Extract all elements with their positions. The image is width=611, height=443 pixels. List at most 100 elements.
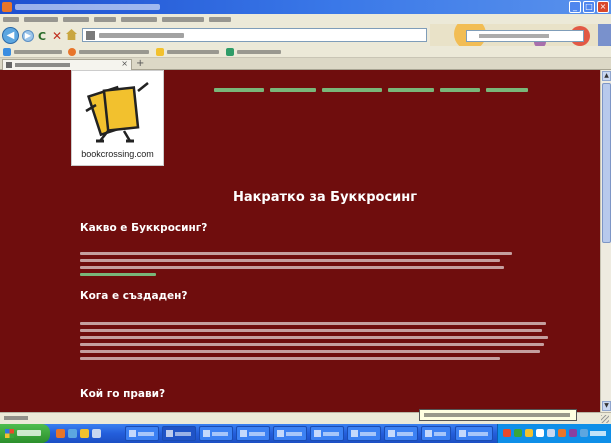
chevron-up-icon[interactable]: ▲	[602, 71, 611, 81]
forward-button[interactable]: ▶	[22, 30, 34, 42]
search-field[interactable]	[466, 30, 584, 42]
tray-icon[interactable]	[569, 429, 577, 437]
tray-icon[interactable]	[514, 429, 522, 437]
quicklaunch-ie-icon[interactable]	[68, 429, 77, 438]
bookmark-label	[237, 50, 281, 54]
window-titlebar[interactable]: _ □ ×	[0, 0, 611, 14]
address-bar-url	[99, 33, 184, 38]
bookmark-item[interactable]	[226, 48, 282, 56]
firefox-app-icon	[2, 2, 12, 12]
menu-item[interactable]	[63, 17, 89, 22]
quicklaunch-desktop-icon[interactable]	[92, 429, 101, 438]
taskbar-window-button[interactable]	[236, 426, 270, 441]
stop-button[interactable]: ✕	[52, 29, 62, 43]
tab-label	[15, 63, 70, 67]
task-label	[434, 432, 446, 436]
window-icon	[277, 430, 284, 437]
nav-link[interactable]	[440, 88, 480, 92]
task-label	[249, 432, 265, 436]
bookmark-icon	[3, 48, 11, 56]
windows-logo-icon	[5, 429, 14, 438]
top-navigation	[214, 88, 554, 94]
scrollbar-thumb[interactable]	[602, 83, 611, 243]
home-button[interactable]	[66, 29, 77, 40]
taskbar-window-button[interactable]	[273, 426, 307, 441]
task-label	[323, 432, 339, 436]
tab-strip: × +	[0, 58, 611, 70]
taskbar-window-button[interactable]	[162, 426, 196, 441]
resize-grip[interactable]	[601, 415, 609, 423]
nav-link[interactable]	[214, 88, 264, 92]
window-icon	[425, 430, 432, 437]
quicklaunch-folder-icon[interactable]	[80, 429, 89, 438]
tray-icon[interactable]	[547, 429, 555, 437]
quicklaunch-firefox-icon[interactable]	[56, 429, 65, 438]
menu-item[interactable]	[94, 17, 116, 22]
tray-icon[interactable]	[503, 429, 511, 437]
nav-link[interactable]	[486, 88, 528, 92]
system-clock[interactable]	[590, 431, 606, 436]
back-icon: ◀	[6, 30, 15, 41]
start-button[interactable]	[0, 424, 50, 443]
nav-link[interactable]	[388, 88, 434, 92]
bookmark-item[interactable]	[3, 48, 63, 56]
section-heading: Какво е Буккросинг?	[80, 222, 208, 234]
tab-favicon-icon	[6, 62, 12, 68]
window-icon	[129, 430, 136, 437]
bookmark-icon	[226, 48, 234, 56]
chevron-down-icon[interactable]: ▼	[602, 401, 611, 411]
taskbar-window-button[interactable]	[384, 426, 418, 441]
bookcrossing-logo[interactable]: bookcrossing.com	[71, 70, 164, 166]
task-label	[397, 432, 413, 436]
minimize-icon: _	[573, 2, 577, 11]
taskbar-window-button[interactable]	[310, 426, 344, 441]
taskbar-window-button[interactable]	[199, 426, 233, 441]
vertical-scrollbar[interactable]: ▲ ▼	[600, 70, 611, 412]
reload-button[interactable]: C	[38, 30, 46, 43]
bookmark-icon	[68, 48, 76, 56]
section-paragraph	[80, 252, 520, 280]
paragraph-link[interactable]	[80, 273, 156, 276]
tray-icon[interactable]	[558, 429, 566, 437]
bookmark-item[interactable]	[156, 48, 220, 56]
maximize-button[interactable]: □	[583, 1, 595, 13]
close-tab-icon[interactable]: ×	[121, 59, 128, 68]
taskbar-window-button[interactable]	[421, 426, 451, 441]
window-icon	[166, 430, 173, 437]
plus-icon[interactable]: +	[136, 58, 144, 69]
nav-link[interactable]	[322, 88, 382, 92]
window-icon	[459, 430, 466, 437]
nav-link[interactable]	[270, 88, 316, 92]
menu-item[interactable]	[121, 17, 157, 22]
bookmark-item[interactable]	[68, 48, 150, 56]
start-label	[17, 430, 41, 436]
taskbar-window-button[interactable]	[455, 426, 493, 441]
menu-item[interactable]	[3, 17, 19, 22]
tray-icon[interactable]	[525, 429, 533, 437]
taskbar-window-button[interactable]	[347, 426, 381, 441]
menu-bar	[0, 14, 611, 24]
page-title: Накратко за Буккросинг	[232, 190, 418, 205]
tray-icon[interactable]	[580, 429, 588, 437]
close-window-button[interactable]: ×	[597, 1, 609, 13]
maximize-icon: □	[585, 2, 593, 11]
task-label	[175, 432, 191, 436]
menu-item[interactable]	[162, 17, 204, 22]
menu-item[interactable]	[209, 17, 231, 22]
tooltip-text	[424, 413, 570, 417]
window-title	[15, 4, 160, 10]
minimize-button[interactable]: _	[569, 1, 581, 13]
tray-icon[interactable]	[536, 429, 544, 437]
system-tray	[497, 424, 611, 443]
tab-bookcrossing[interactable]: ×	[2, 59, 132, 70]
back-button[interactable]: ◀	[2, 27, 19, 44]
address-bar[interactable]	[82, 28, 427, 42]
windows-taskbar	[0, 424, 611, 443]
site-favicon-icon	[86, 31, 95, 40]
page-content[interactable]: bookcrossing.com Накратко за Буккросинг …	[0, 70, 600, 412]
task-label	[212, 432, 228, 436]
window-icon	[240, 430, 247, 437]
status-bar	[0, 409, 611, 424]
taskbar-window-button[interactable]	[125, 426, 159, 441]
menu-item[interactable]	[24, 17, 58, 22]
